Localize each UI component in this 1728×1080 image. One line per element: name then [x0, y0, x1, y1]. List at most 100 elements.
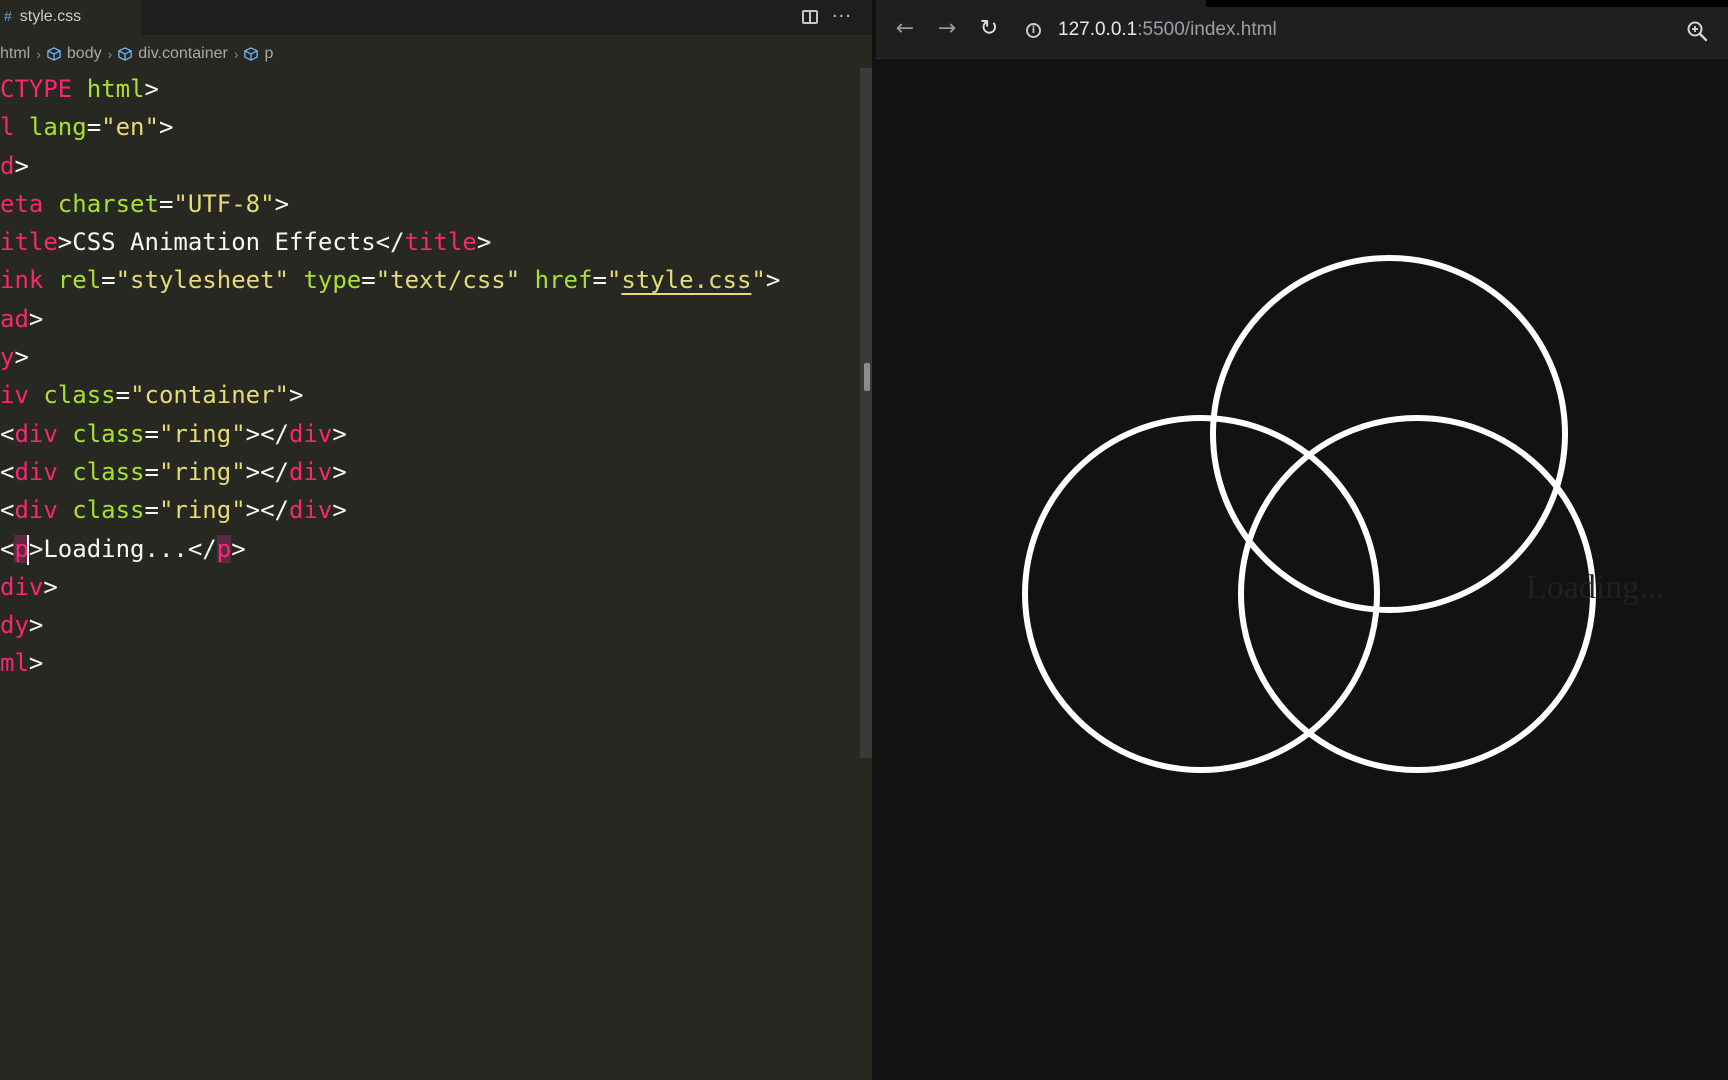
code-token: = [158, 189, 174, 218]
tab-label: style.css [19, 8, 82, 25]
code-token: charset [57, 189, 159, 218]
code-token: div [14, 457, 73, 486]
arrow-right-icon[interactable]: → [934, 16, 960, 42]
code-line[interactable]: dy> [0, 606, 780, 644]
element-cube-icon [244, 47, 259, 61]
tab-style-css[interactable]: # style.css [0, 0, 142, 35]
code-token: class [72, 457, 145, 486]
code-token: "ring" [158, 496, 246, 525]
code-token: class [72, 419, 145, 448]
element-cube-icon [47, 47, 61, 61]
code-token: "ring" [158, 457, 246, 486]
breadcrumb-item-html[interactable]: html [0, 45, 30, 63]
more-actions-icon[interactable]: ··· [832, 8, 852, 26]
code-line[interactable]: y> [0, 338, 780, 376]
url-host: 127.0.0.1 [1058, 19, 1138, 40]
code-token: = [144, 419, 159, 448]
code-token: div [14, 496, 73, 525]
code-token: p [216, 534, 232, 563]
code-token: ></ [245, 457, 290, 486]
code-token: y [0, 343, 15, 372]
code-token: > [158, 113, 174, 142]
code-token: div [289, 496, 333, 525]
code-token: > [144, 75, 159, 103]
scrollbar-thumb[interactable] [864, 363, 870, 391]
window-top-strip [1206, 0, 1728, 7]
code-token: >CSS Animation Effects</ [57, 228, 405, 257]
code-token: div [14, 419, 73, 448]
code-token: > [43, 572, 58, 601]
code-token: > [476, 228, 492, 257]
code-line[interactable]: ml> [0, 644, 780, 682]
code-line[interactable]: eta charset="UTF-8"> [0, 185, 780, 223]
arrow-left-icon[interactable]: ← [892, 16, 918, 42]
code-line[interactable]: CTYPE html> [0, 70, 780, 108]
code-token: > [332, 457, 347, 486]
zoom-icon[interactable] [1686, 20, 1708, 42]
code-token: dy [0, 611, 29, 640]
code-line[interactable]: <div class="ring"></div> [0, 491, 780, 529]
code-token: = [361, 266, 376, 295]
code-token: itle [0, 228, 58, 257]
code-lines[interactable]: CTYPE html> l lang="en"> d> eta charset="UT… [0, 70, 780, 683]
code-token: > [14, 151, 29, 180]
vertical-scrollbar[interactable] [860, 68, 872, 758]
code-token: > [332, 419, 347, 448]
tab-actions: ··· [801, 4, 852, 30]
breadcrumb-item-p[interactable]: p [264, 45, 273, 63]
code-token: > [332, 496, 347, 525]
code-token: ml [0, 649, 29, 678]
browser-toolbar: ← → ↻ i 127.0.0.1:5500/index.html [876, 0, 1728, 59]
code-token: = [144, 457, 159, 486]
code-token: "stylesheet" [115, 266, 304, 295]
code-line[interactable]: iv class="container"> [0, 376, 780, 414]
code-token: class [43, 381, 116, 410]
code-token: = [115, 381, 131, 410]
code-token: eta [0, 189, 58, 218]
code-token: = [101, 266, 116, 295]
chevron-right-icon: › [233, 46, 239, 62]
code-token: "container" [130, 381, 290, 410]
code-line[interactable]: <div class="ring"></div> [0, 415, 780, 453]
breadcrumb: html › body › div.container › p [0, 40, 273, 68]
code-token: href [534, 266, 593, 295]
split-editor-icon[interactable] [801, 10, 818, 24]
code-token: > [14, 343, 29, 372]
code-line[interactable]: l lang="en"> [0, 108, 780, 146]
code-token: ></ [245, 419, 290, 448]
page-viewport: Loading... [876, 59, 1728, 1080]
code-line[interactable]: ad> [0, 300, 780, 338]
code-line[interactable]: d> [0, 147, 780, 185]
code-token: < [0, 419, 15, 448]
address-bar[interactable]: 127.0.0.1:5500/index.html [1058, 19, 1277, 41]
code-token: lang [28, 113, 87, 142]
code-token: > [231, 534, 246, 563]
editor-tab-bar: # style.css ··· [0, 0, 872, 35]
code-token: > [289, 381, 304, 410]
ring-top [1210, 255, 1568, 613]
code-line[interactable]: div> [0, 568, 780, 606]
code-token: "en" [101, 113, 159, 142]
chevron-right-icon: › [107, 46, 113, 62]
loading-text: Loading... [1526, 569, 1665, 606]
code-token: < [0, 496, 15, 525]
code-token: " [751, 266, 766, 295]
code-line[interactable]: itle>CSS Animation Effects</title> [0, 223, 780, 261]
code-token: div [289, 457, 333, 486]
code-token: "ring" [158, 419, 246, 448]
info-icon[interactable]: i [1026, 23, 1041, 38]
reload-icon[interactable]: ↻ [976, 16, 1002, 42]
code-token: type [303, 266, 362, 295]
code-line[interactable]: <div class="ring"></div> [0, 453, 780, 491]
ring-left [1022, 415, 1380, 773]
element-cube-icon [118, 47, 133, 61]
code-token: "text/css" [375, 266, 535, 295]
code-line[interactable]: ink rel="stylesheet" type="text/css" hre… [0, 261, 780, 299]
code-line[interactable]: <p>Loading...</p> [0, 530, 780, 568]
code-token: div [0, 572, 44, 601]
code-token: < [0, 457, 15, 486]
breadcrumb-item-div-container[interactable]: div.container [138, 45, 228, 63]
chevron-right-icon: › [36, 46, 41, 62]
code-editor[interactable]: # style.css ··· html › body › div.contain… [0, 0, 872, 1080]
breadcrumb-item-body[interactable]: body [67, 45, 102, 63]
